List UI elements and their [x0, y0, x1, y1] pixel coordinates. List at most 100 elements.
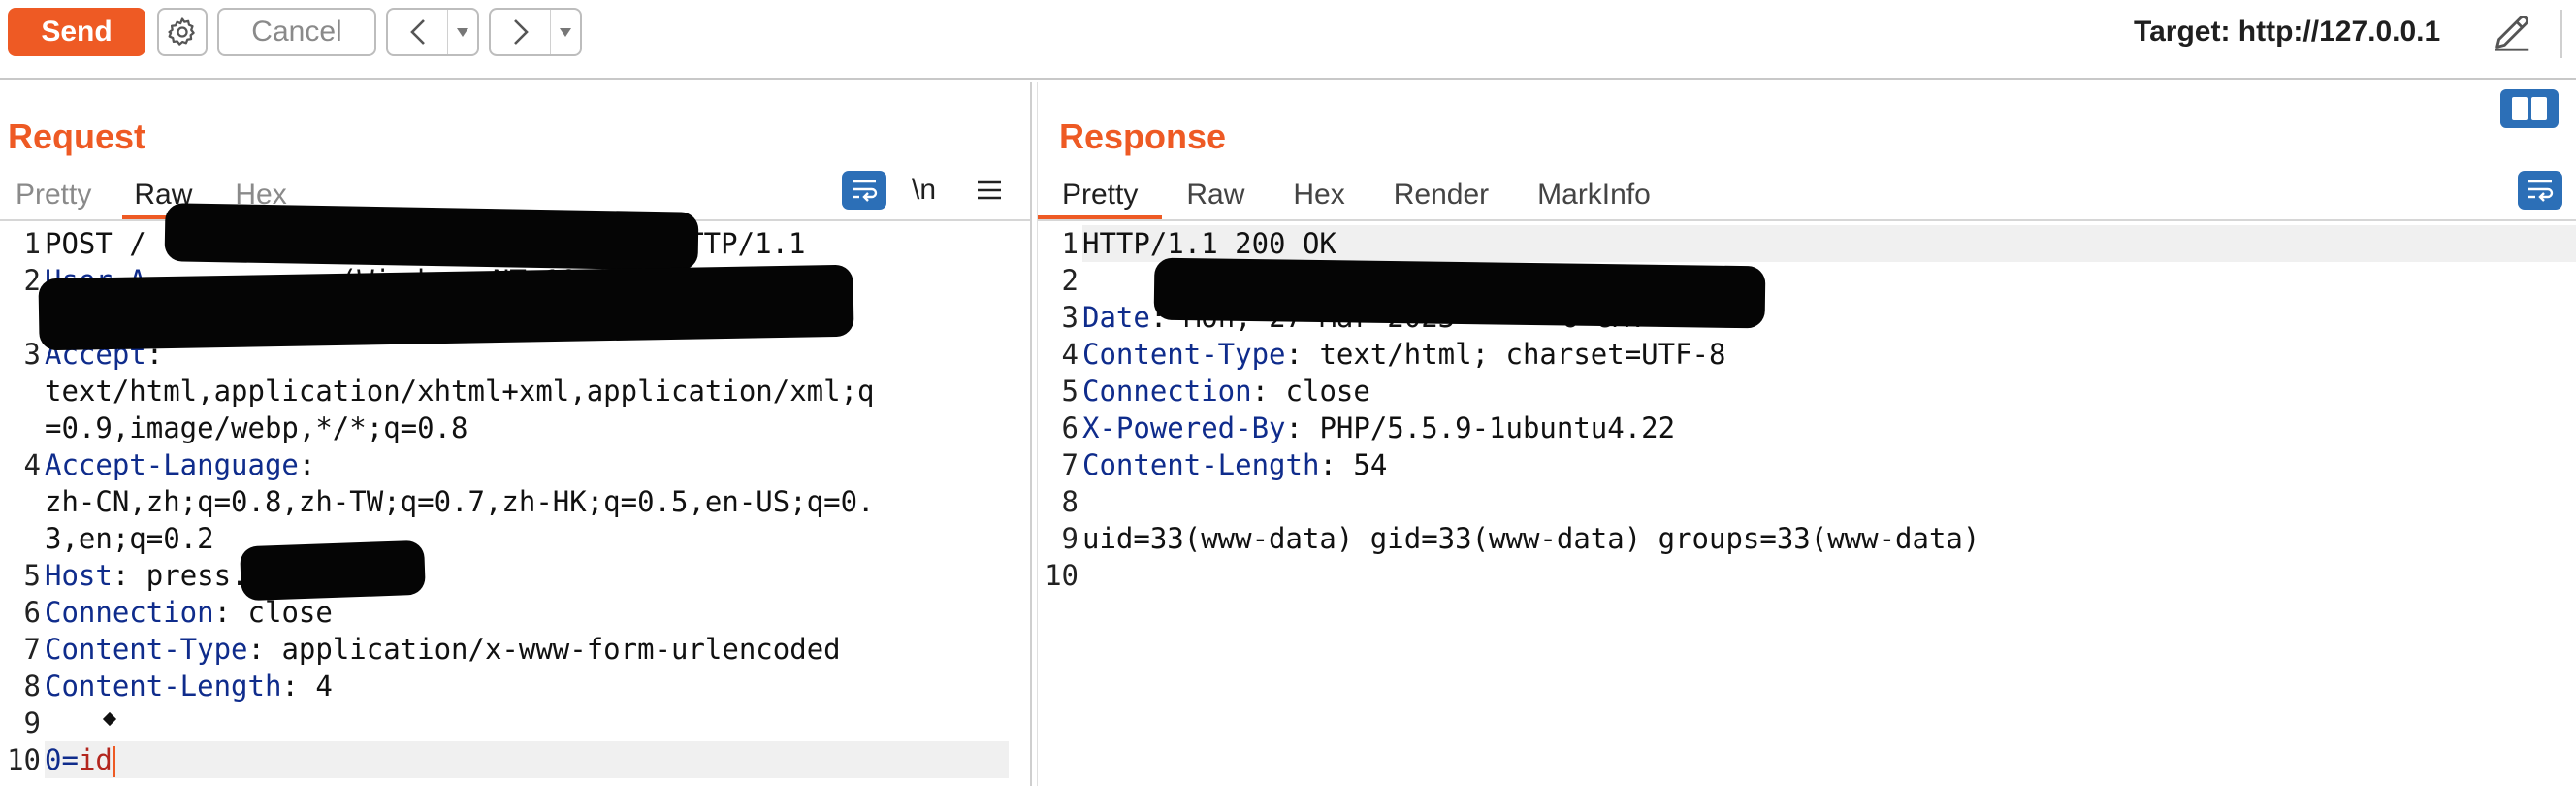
header-value: 3,en;q=0.2	[45, 522, 214, 555]
param-name: 0	[45, 743, 62, 776]
code-line: 5 Connection: close	[1038, 373, 2576, 409]
chevron-right-icon	[513, 19, 529, 45]
line-number: 9	[1061, 522, 1079, 555]
header-value: text/html,application/xhtml+xml,applicat…	[45, 375, 875, 408]
response-tabs: Pretty Raw Hex Render MarkInfo	[1038, 173, 1675, 219]
code-line: 4 Accept-Language:	[0, 446, 1009, 483]
tab-response-hex[interactable]: Hex	[1269, 173, 1368, 217]
wrap-text-icon	[2528, 180, 2554, 202]
show-newlines-toggle[interactable]: \n	[912, 171, 936, 210]
header-value: =0.9,image/webp,*/*;q=0.8	[45, 411, 468, 444]
header-name: Content-Type	[1082, 338, 1286, 371]
back-arrow[interactable]	[388, 10, 448, 54]
code-line: text/html,application/xhtml+xml,applicat…	[0, 373, 1009, 409]
code-line: 10	[1038, 557, 2576, 594]
caret-down-icon	[560, 28, 571, 37]
wrap-text-icon	[853, 180, 878, 202]
line-number: 10	[7, 743, 41, 776]
code-line: 5 Host: press.com	[0, 557, 1009, 594]
line-number: 9	[23, 706, 41, 739]
gear-icon	[168, 17, 195, 46]
header-name: Connection	[1082, 375, 1252, 408]
tab-response-markinfo[interactable]: MarkInfo	[1513, 173, 1675, 217]
line-number: 8	[23, 670, 41, 703]
line-number: 6	[1061, 411, 1079, 444]
header-value: text/html; charset=UTF-8	[1302, 338, 1726, 371]
code-line: 8 Content-Length: 4	[0, 668, 1009, 704]
line-number: 2	[1061, 264, 1079, 297]
code-line: 8	[1038, 483, 2576, 520]
header-name: Accept-Language	[45, 448, 299, 481]
code-line: zh-CN,zh;q=0.8,zh-TW;q=0.7,zh-HK;q=0.5,e…	[0, 483, 1009, 520]
line-number: 6	[23, 596, 41, 629]
split-view-icon	[2512, 97, 2528, 120]
line-number: 8	[1061, 485, 1079, 518]
caret-down-icon	[457, 28, 468, 37]
code-line: 3,en;q=0.2	[0, 520, 1009, 557]
request-word-wrap-toggle[interactable]	[842, 171, 886, 210]
code-line: 1 HTTP/1.1 200 OK	[1038, 225, 2576, 262]
header-value: close	[231, 596, 333, 629]
tab-request-pretty[interactable]: Pretty	[6, 173, 103, 217]
header-name: Date	[1082, 301, 1150, 334]
layout-toggle-button[interactable]	[2500, 89, 2559, 128]
param-value: id	[78, 743, 113, 776]
target-host-label: Target: http://127.0.0.1	[2134, 16, 2441, 48]
line-number: 4	[1061, 338, 1079, 371]
tab-response-raw[interactable]: Raw	[1162, 173, 1269, 217]
back-history-button[interactable]	[386, 8, 479, 56]
header-value: close	[1269, 375, 1370, 408]
cancel-button[interactable]: Cancel	[217, 8, 376, 56]
back-dropdown[interactable]	[448, 10, 477, 54]
edit-target-button[interactable]	[2483, 6, 2541, 58]
code-line: 9 uid=33(www-data) gid=33(www-data) grou…	[1038, 520, 2576, 557]
tab-response-pretty[interactable]: Pretty	[1038, 173, 1163, 219]
redaction-mark	[240, 540, 426, 602]
tab-response-render[interactable]: Render	[1369, 173, 1513, 217]
code-line: 7 Content-Length: 54	[1038, 446, 2576, 483]
send-button[interactable]: Send	[8, 8, 145, 56]
response-title: Response	[1059, 116, 1227, 156]
header-name: Host	[45, 559, 113, 592]
status-line: HTTP/1.1 200 OK	[1082, 225, 2576, 262]
response-tabs-underline	[1038, 219, 2576, 221]
line-number: 3	[23, 338, 41, 371]
header-value: PHP/5.5.9-1ubuntu4.22	[1302, 411, 1676, 444]
header-value: 4	[298, 670, 333, 703]
code-line: 7 Content-Type: application/x-www-form-u…	[0, 631, 1009, 668]
forward-arrow[interactable]	[491, 10, 551, 54]
code-line-current: 10 0=id	[0, 741, 1009, 778]
text-cursor	[112, 746, 115, 777]
line-number: 3	[1061, 301, 1079, 334]
header-value: application/x-www-form-urlencoded	[264, 633, 841, 666]
chevron-left-icon	[409, 19, 425, 45]
header-value: zh-CN,zh;q=0.8,zh-TW;q=0.7,zh-HK;q=0.5,e…	[45, 485, 875, 518]
line-number: 1	[1061, 227, 1079, 260]
header-name: Content-Length	[1082, 448, 1320, 481]
response-body: uid=33(www-data) gid=33(www-data) groups…	[1082, 522, 1980, 555]
redaction-mark	[1153, 257, 1766, 329]
settings-button[interactable]	[157, 8, 208, 56]
code-line: 6 Connection: close	[0, 594, 1009, 631]
code-line: =0.9,image/webp,*/*;q=0.8	[0, 409, 1009, 446]
header-name: X-Powered-By	[1082, 411, 1286, 444]
line-number: 5	[23, 559, 41, 592]
line-number: 7	[1061, 448, 1079, 481]
header-value: press.	[129, 559, 248, 592]
line-number: 4	[23, 448, 41, 481]
pane-splitter[interactable]	[1030, 82, 1038, 786]
redaction-mark	[38, 264, 854, 351]
forward-history-button[interactable]	[489, 8, 582, 56]
code-line: 6 X-Powered-By: PHP/5.5.9-1ubuntu4.22	[1038, 409, 2576, 446]
response-word-wrap-toggle[interactable]	[2518, 171, 2562, 210]
top-toolbar: Send Cancel Target: http://127.0.0.1	[0, 0, 2576, 80]
header-name: Content-Length	[45, 670, 282, 703]
response-pane: Response Pretty Raw Hex Render MarkInfo …	[1038, 82, 2576, 786]
redaction-mark	[164, 203, 699, 271]
line-number: 7	[23, 633, 41, 666]
request-line-start: POST /	[45, 227, 146, 260]
header-value: 54	[1336, 448, 1388, 481]
forward-dropdown[interactable]	[551, 10, 580, 54]
request-menu-button[interactable]	[972, 173, 1007, 208]
pencil-icon	[2495, 16, 2529, 51]
